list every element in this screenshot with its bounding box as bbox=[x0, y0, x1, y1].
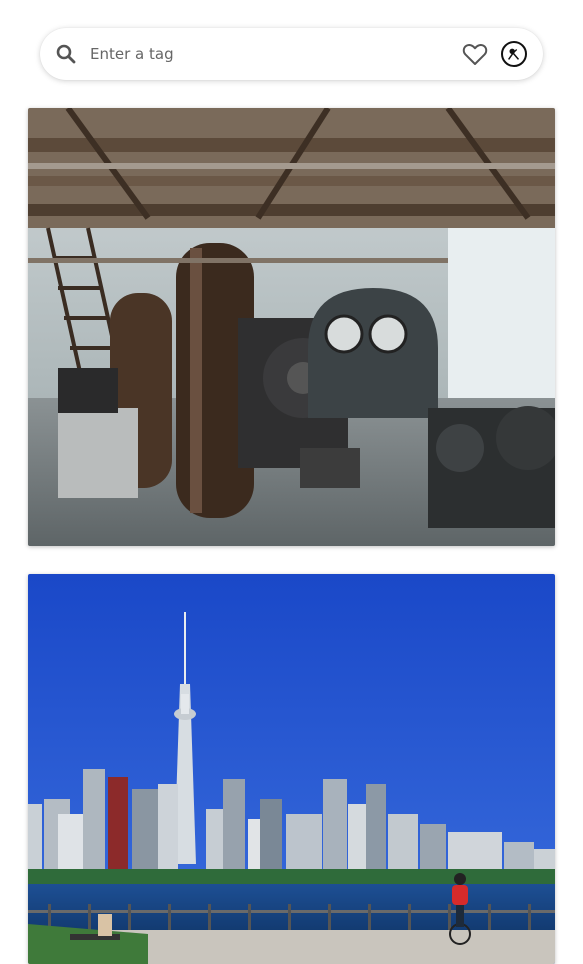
photo-card-machinery[interactable] bbox=[28, 108, 555, 546]
avatar-icon[interactable] bbox=[501, 41, 527, 67]
heart-icon[interactable] bbox=[461, 40, 489, 68]
photo-card-skyline[interactable] bbox=[28, 574, 555, 964]
search-input[interactable] bbox=[90, 41, 450, 67]
search-icon[interactable] bbox=[54, 42, 78, 66]
search-bar[interactable] bbox=[40, 28, 543, 80]
machinery-image bbox=[28, 108, 555, 546]
skyline-image bbox=[28, 574, 555, 964]
